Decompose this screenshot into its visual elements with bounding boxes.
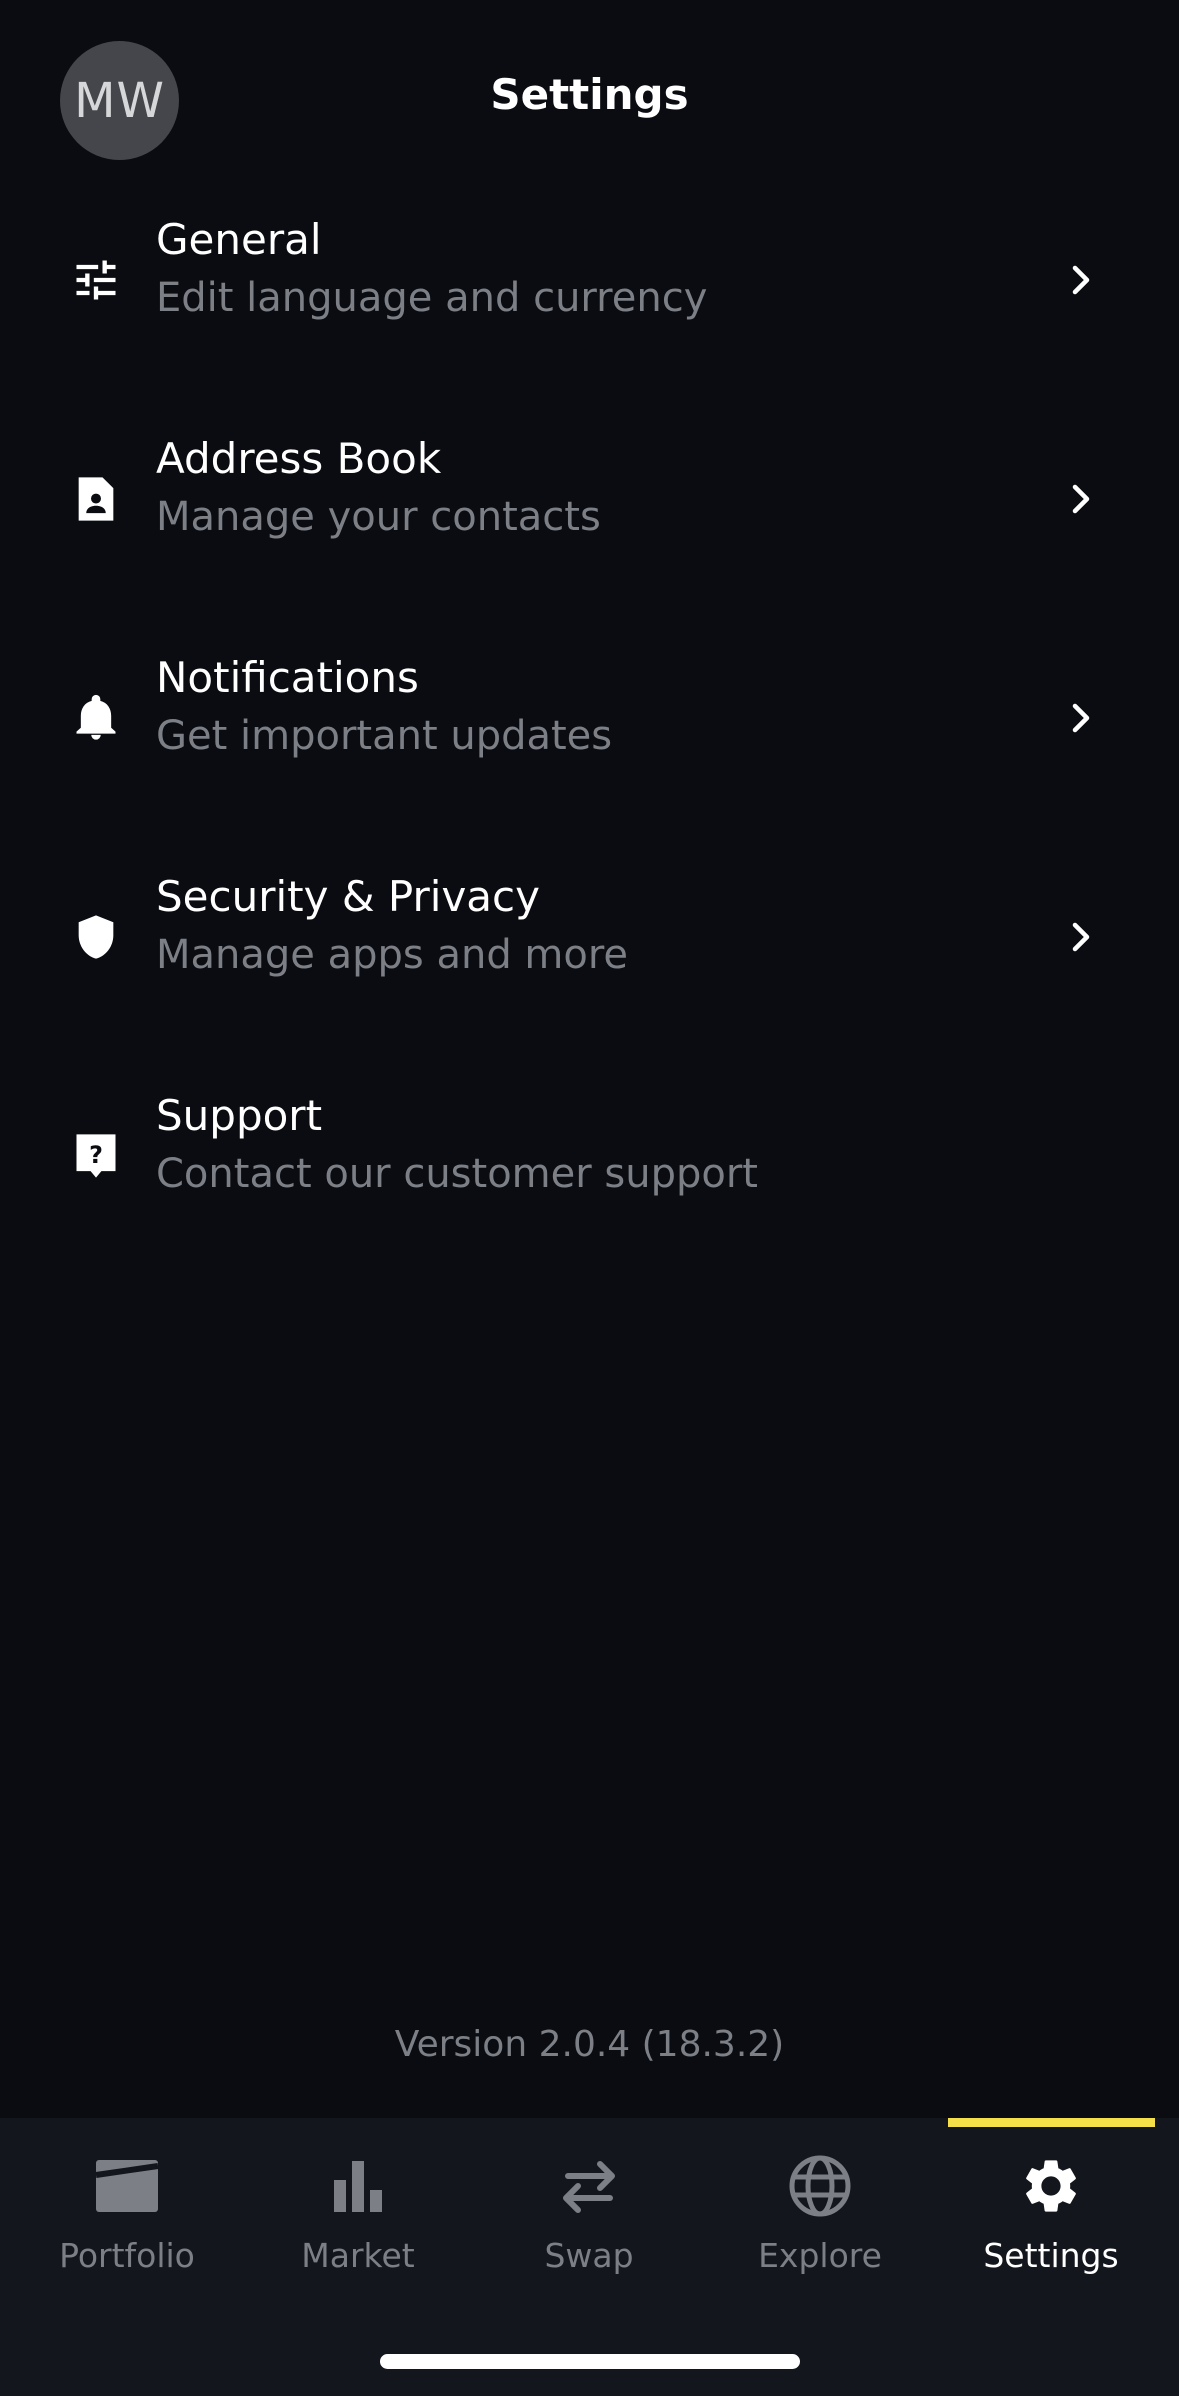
chevron-right-icon	[1064, 698, 1098, 738]
bell-icon	[68, 690, 124, 746]
globe-icon	[786, 2152, 854, 2220]
tab-portfolio[interactable]: Portfolio	[22, 2152, 232, 2282]
menu-item-support[interactable]: ? Support Contact our customer support	[0, 1061, 1179, 1251]
tab-label: Explore	[758, 2236, 882, 2275]
settings-screen: MW Settings General Edit language and cu…	[0, 0, 1179, 2396]
menu-item-notifications[interactable]: Notifications Get important updates	[0, 623, 1179, 813]
menu-item-title: General	[156, 215, 322, 264]
help-chat-icon: ?	[68, 1128, 124, 1184]
bar-chart-icon	[324, 2152, 392, 2220]
chevron-right-icon	[1064, 260, 1098, 300]
contact-card-icon	[68, 471, 124, 527]
menu-item-general[interactable]: General Edit language and currency	[0, 185, 1179, 375]
active-tab-indicator	[948, 2118, 1155, 2127]
menu-item-address-book[interactable]: Address Book Manage your contacts	[0, 404, 1179, 594]
app-version: Version 2.0.4 (18.3.2)	[394, 2024, 785, 2065]
chevron-right-icon	[1064, 479, 1098, 519]
chevron-right-icon	[1064, 917, 1098, 957]
sliders-icon	[68, 252, 124, 308]
tab-settings[interactable]: Settings	[946, 2152, 1156, 2282]
menu-item-subtitle: Manage your contacts	[156, 494, 601, 540]
menu-item-subtitle: Manage apps and more	[156, 932, 629, 978]
tab-label: Portfolio	[59, 2236, 195, 2275]
swap-arrows-icon	[555, 2152, 623, 2220]
page-title: Settings	[490, 70, 689, 119]
tab-label: Market	[301, 2236, 415, 2275]
tab-market[interactable]: Market	[253, 2152, 463, 2282]
gear-icon	[1017, 2152, 1085, 2220]
menu-item-title: Security & Privacy	[156, 872, 540, 921]
menu-item-title: Address Book	[156, 434, 442, 483]
wallet-icon	[93, 2152, 161, 2220]
home-indicator	[380, 2354, 800, 2369]
tab-explore[interactable]: Explore	[715, 2152, 925, 2282]
menu-item-subtitle: Edit language and currency	[156, 275, 708, 321]
menu-item-subtitle: Get important updates	[156, 713, 613, 759]
tab-label: Swap	[544, 2236, 634, 2275]
menu-item-subtitle: Contact our customer support	[156, 1151, 758, 1197]
tab-swap[interactable]: Swap	[484, 2152, 694, 2282]
tab-label: Settings	[983, 2236, 1119, 2275]
menu-item-title: Notifications	[156, 653, 419, 702]
menu-item-security-privacy[interactable]: Security & Privacy Manage apps and more	[0, 842, 1179, 1032]
svg-text:?: ?	[89, 1141, 103, 1169]
menu-item-title: Support	[156, 1091, 323, 1140]
shield-icon	[68, 909, 124, 965]
